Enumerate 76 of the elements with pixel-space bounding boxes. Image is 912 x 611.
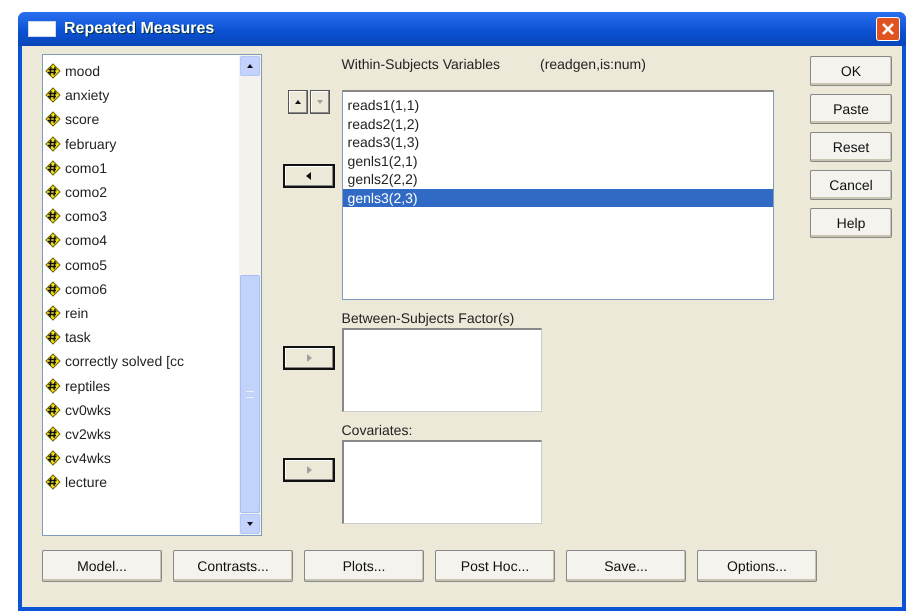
numeric-variable-icon bbox=[45, 232, 61, 248]
variable-item[interactable]: como2 bbox=[45, 180, 237, 204]
within-subjects-item[interactable]: reads1(1,1) bbox=[342, 96, 773, 114]
numeric-variable-icon bbox=[45, 402, 61, 418]
dialog-button[interactable]: Plots... bbox=[304, 550, 424, 582]
close-icon bbox=[881, 22, 895, 36]
dialog-button[interactable]: Paste bbox=[810, 94, 892, 124]
variable-item[interactable]: lecture bbox=[45, 470, 237, 494]
variable-item[interactable]: correctly solved [cc bbox=[45, 349, 237, 374]
up-arrow-icon bbox=[294, 98, 302, 106]
factor-label: (readgen,is:num) bbox=[540, 56, 646, 74]
variable-item[interactable]: mood bbox=[45, 59, 237, 84]
numeric-variable-icon bbox=[45, 208, 61, 224]
up-arrow-icon bbox=[246, 62, 254, 70]
covariates-label: Covariates: bbox=[342, 422, 414, 440]
variable-item[interactable]: como3 bbox=[45, 204, 237, 228]
scroll-thumb[interactable] bbox=[240, 275, 260, 513]
within-subjects-item[interactable]: reads3(1,3) bbox=[342, 133, 773, 152]
numeric-variable-icon bbox=[45, 450, 61, 466]
between-subjects-label: Between-Subjects Factor(s) bbox=[342, 310, 516, 328]
variable-item[interactable]: cv2wks bbox=[45, 422, 237, 446]
right-arrow-icon bbox=[304, 466, 313, 474]
variable-item[interactable]: reptiles bbox=[45, 373, 237, 398]
dialog-button[interactable]: Cancel bbox=[810, 170, 892, 200]
variable-item[interactable]: score bbox=[45, 107, 237, 132]
numeric-variable-icon bbox=[45, 111, 61, 128]
variable-item[interactable]: como4 bbox=[45, 228, 237, 252]
numeric-variable-icon bbox=[45, 160, 61, 176]
numeric-variable-icon bbox=[45, 256, 61, 273]
within-subjects-item[interactable]: genls2(2,2) bbox=[342, 170, 773, 188]
variable-item[interactable]: como5 bbox=[45, 252, 237, 277]
numeric-variable-icon bbox=[45, 63, 61, 80]
scroll-up-button[interactable] bbox=[240, 56, 260, 76]
within-subjects-label: Within-Subjects Variables bbox=[342, 56, 500, 74]
variable-item[interactable]: rein bbox=[45, 300, 237, 326]
move-button[interactable] bbox=[282, 164, 335, 188]
window-icon bbox=[28, 21, 56, 37]
within-subjects-item[interactable]: reads2(1,2) bbox=[342, 114, 773, 133]
numeric-variable-icon bbox=[45, 184, 61, 200]
window-title: Repeated Measures bbox=[64, 20, 216, 38]
variable-item[interactable]: february bbox=[45, 132, 237, 156]
dialog-button[interactable]: Help bbox=[810, 208, 892, 238]
variable-item[interactable]: task bbox=[45, 325, 237, 350]
move-button[interactable] bbox=[288, 90, 308, 114]
numeric-variable-icon bbox=[45, 426, 61, 442]
left-arrow-icon bbox=[304, 172, 313, 180]
scroll-down-button[interactable] bbox=[240, 514, 260, 534]
numeric-variable-icon bbox=[45, 474, 61, 490]
variable-item[interactable]: anxiety bbox=[45, 83, 237, 108]
dialog-button[interactable]: OK bbox=[810, 56, 892, 86]
numeric-variable-icon bbox=[45, 280, 61, 297]
dialog-button[interactable]: Model... bbox=[42, 550, 162, 582]
numeric-variable-icon bbox=[45, 378, 61, 394]
dialog-button[interactable]: Post Hoc... bbox=[435, 550, 555, 582]
numeric-variable-icon bbox=[45, 136, 61, 152]
dialog-button[interactable]: Reset bbox=[810, 132, 892, 162]
scrollbar[interactable] bbox=[238, 55, 261, 535]
between-subjects-box[interactable] bbox=[342, 328, 542, 412]
down-arrow-icon bbox=[316, 98, 324, 106]
dialog-button[interactable]: Options... bbox=[697, 550, 817, 582]
variable-item[interactable]: como1 bbox=[45, 156, 237, 180]
within-subjects-item[interactable]: genls1(2,1) bbox=[342, 152, 773, 170]
variable-item[interactable]: como6 bbox=[45, 276, 237, 301]
down-arrow-icon bbox=[246, 520, 254, 528]
numeric-variable-icon bbox=[45, 329, 61, 346]
dialog-button[interactable]: Contrasts... bbox=[173, 550, 293, 582]
dialog-button[interactable]: Save... bbox=[566, 550, 686, 582]
variable-item[interactable]: cv4wks bbox=[45, 446, 237, 470]
close-button[interactable] bbox=[876, 17, 900, 41]
numeric-variable-icon bbox=[45, 87, 61, 104]
within-subjects-item[interactable]: genls3(2,3) bbox=[342, 188, 773, 207]
right-arrow-icon bbox=[304, 354, 313, 362]
covariates-box[interactable] bbox=[342, 440, 542, 524]
variable-item[interactable]: cv0wks bbox=[45, 398, 237, 422]
numeric-variable-icon bbox=[45, 304, 61, 321]
numeric-variable-icon bbox=[45, 353, 61, 370]
